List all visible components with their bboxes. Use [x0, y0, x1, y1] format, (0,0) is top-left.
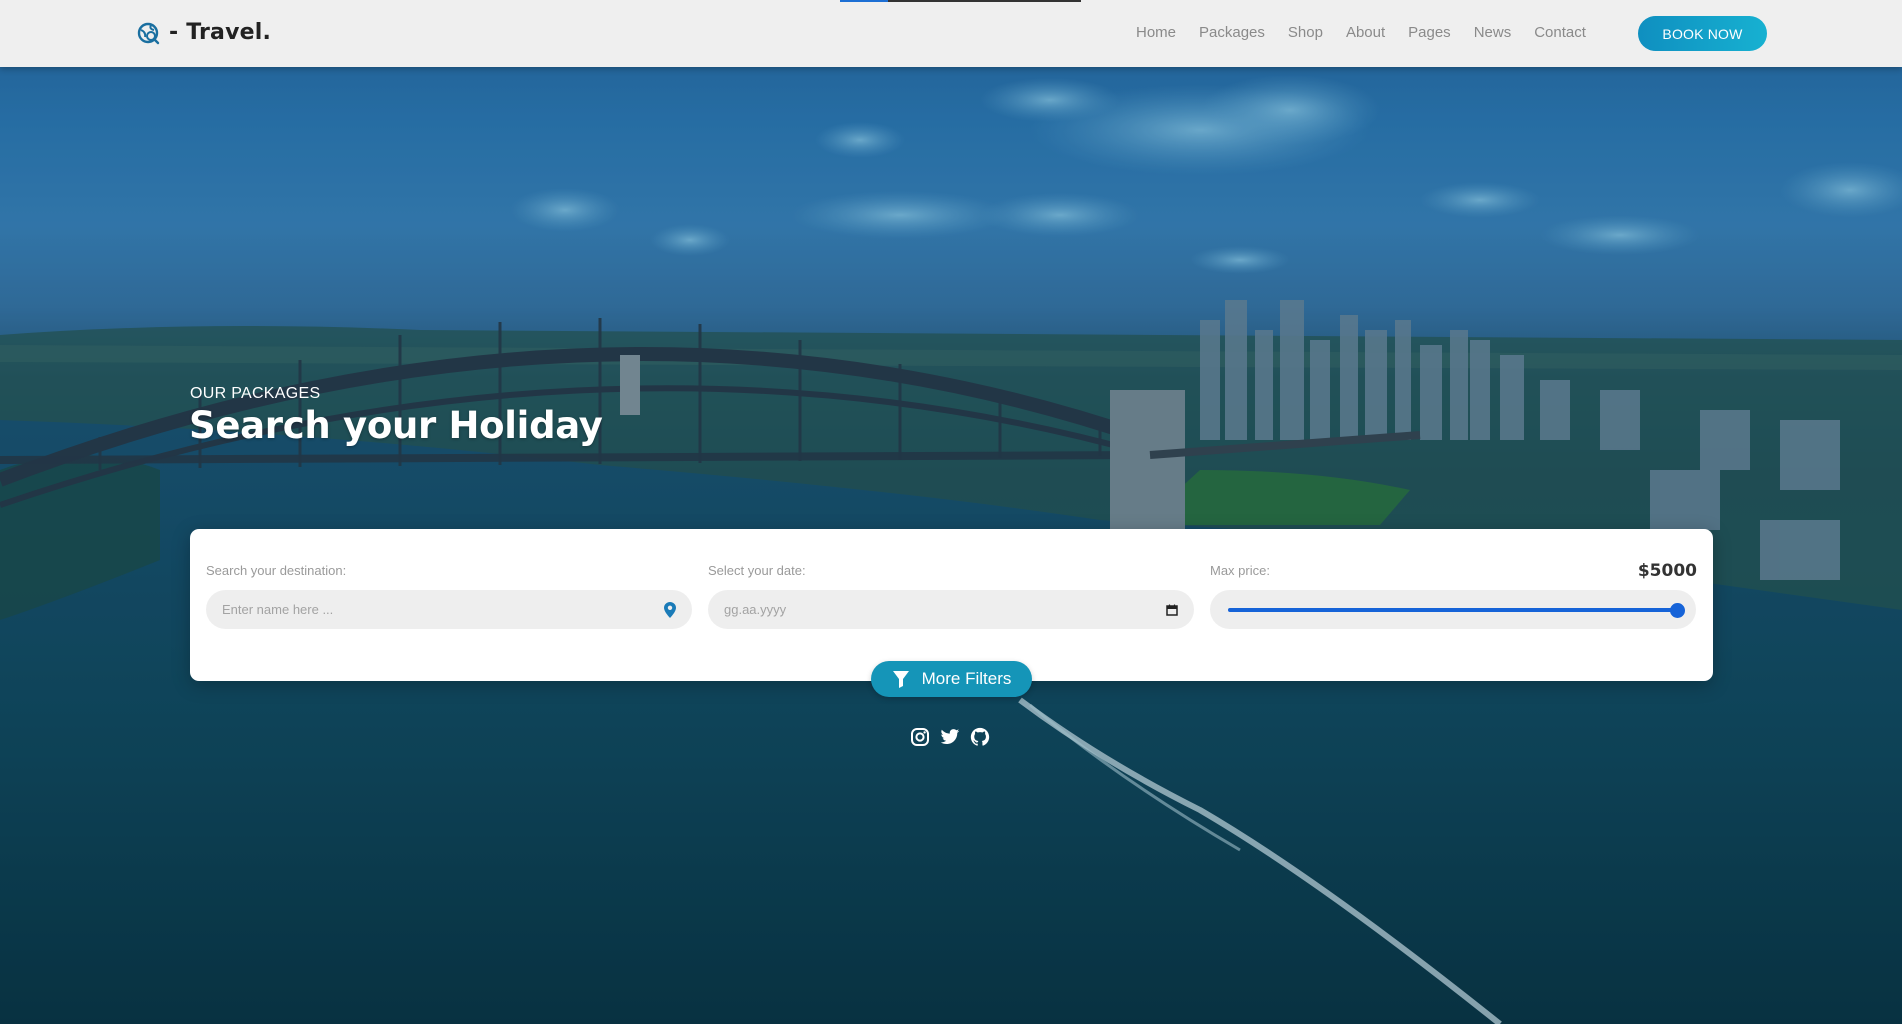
scroll-progress-fill: [840, 0, 889, 2]
book-now-button[interactable]: BOOK NOW: [1638, 16, 1767, 51]
brand-name: - Travel.: [169, 20, 272, 45]
price-slider-track[interactable]: [1228, 603, 1685, 618]
instagram-icon[interactable]: [910, 727, 930, 747]
hero-overlay: [0, 0, 1902, 1024]
more-filters-label: More Filters: [921, 669, 1012, 688]
price-slider-field: [1210, 590, 1696, 629]
twitter-icon[interactable]: [940, 727, 960, 747]
nav-shop[interactable]: Shop: [1288, 24, 1323, 41]
search-card: Search your destination: Select your dat…: [190, 529, 1713, 681]
price-label: Max price:: [1210, 563, 1270, 578]
calendar-icon[interactable]: [1166, 604, 1178, 616]
more-filters-button[interactable]: More Filters: [871, 661, 1032, 697]
hero-eyebrow: OUR PACKAGES: [190, 385, 321, 402]
date-field[interactable]: [708, 590, 1194, 629]
nav-about[interactable]: About: [1346, 24, 1385, 41]
destination-input[interactable]: [222, 602, 664, 617]
map-pin-icon: [664, 601, 676, 618]
price-value: $5000: [1637, 561, 1697, 581]
hero-background: [0, 0, 1902, 1024]
date-label: Select your date:: [708, 563, 806, 578]
github-icon[interactable]: [970, 727, 990, 747]
filter-icon: [892, 671, 909, 688]
nav-home[interactable]: Home: [1136, 24, 1176, 41]
destination-field[interactable]: [206, 590, 692, 629]
scroll-progress-bar: [840, 0, 1081, 2]
main-nav: Home Packages Shop About Pages News Cont…: [1136, 24, 1586, 41]
globe-search-icon: [137, 22, 160, 44]
nav-pages[interactable]: Pages: [1408, 24, 1451, 41]
price-slider-thumb[interactable]: [1670, 603, 1685, 618]
price-slider-fill: [1228, 608, 1678, 612]
site-header: - Travel. Home Packages Shop About Pages…: [0, 0, 1902, 67]
destination-label: Search your destination:: [206, 563, 347, 578]
date-input[interactable]: [724, 602, 1166, 617]
nav-contact[interactable]: Contact: [1534, 24, 1586, 41]
nav-packages[interactable]: Packages: [1199, 24, 1265, 41]
nav-news[interactable]: News: [1474, 24, 1512, 41]
brand-logo[interactable]: - Travel.: [137, 20, 271, 45]
social-links: [910, 727, 990, 747]
hero-title: Search your Holiday: [189, 404, 603, 447]
